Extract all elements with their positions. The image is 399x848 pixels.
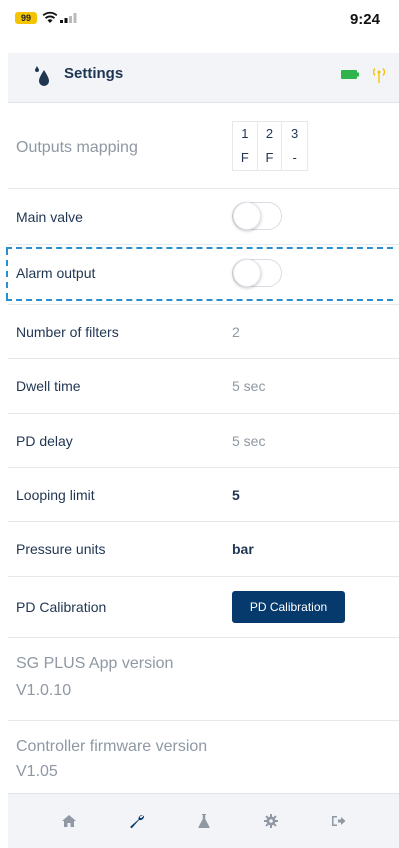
cellular-signal-icon (60, 13, 77, 23)
antenna-icon (372, 68, 386, 83)
pd-delay-row[interactable]: PD delay 5 sec (8, 414, 399, 468)
alarm-output-toggle[interactable] (232, 259, 282, 287)
output-mode-1: F (233, 146, 258, 170)
app-version-label: SG PLUS App version (16, 655, 174, 672)
pd-delay-label: PD delay (16, 433, 73, 449)
main-valve-toggle[interactable] (232, 202, 282, 230)
nav-logout[interactable] (329, 811, 349, 831)
output-number-3: 3 (291, 126, 299, 141)
dwell-time-label: Dwell time (16, 378, 81, 394)
nav-home[interactable] (59, 811, 79, 831)
nav-settings-tools[interactable] (127, 811, 147, 831)
outputs-mapping-grid[interactable]: 1 2 3 F F - (232, 121, 308, 171)
wifi-icon (42, 11, 58, 23)
main-valve-row: Main valve (8, 189, 399, 245)
pressure-units-value: bar (232, 541, 254, 557)
dwell-time-row[interactable]: Dwell time 5 sec (8, 359, 399, 414)
nav-lab[interactable] (194, 811, 214, 831)
output-number-1: 1 (233, 122, 258, 146)
firmware-version-row: Controller firmware version V1.05 (8, 721, 399, 787)
main-valve-label: Main valve (16, 209, 83, 225)
number-of-filters-row[interactable]: Number of filters 2 (8, 305, 399, 359)
battery-level-badge: 99 (15, 12, 37, 24)
app-header: Settings (8, 53, 399, 103)
output-mode-3: - (292, 150, 297, 165)
gear-icon (264, 814, 278, 828)
number-of-filters-label: Number of filters (16, 324, 119, 340)
clock: 9:24 (349, 11, 380, 28)
output-mode-2: F (258, 146, 283, 170)
app-version-value: V1.0.10 (16, 682, 72, 699)
toggle-knob (233, 259, 261, 287)
pressure-units-row[interactable]: Pressure units bar (8, 522, 399, 577)
output-number-2: 2 (258, 122, 283, 146)
wrench-icon (130, 814, 145, 829)
pd-delay-value: 5 sec (232, 433, 266, 449)
status-bar: 99 9:24 (0, 0, 399, 46)
outputs-mapping-label: Outputs mapping (16, 139, 138, 156)
pressure-units-label: Pressure units (16, 541, 106, 557)
looping-limit-value: 5 (232, 487, 240, 503)
water-drop-icon (35, 66, 49, 86)
battery-icon (341, 70, 359, 79)
number-of-filters-value: 2 (232, 324, 240, 340)
pd-calibration-button[interactable]: PD Calibration (232, 591, 345, 623)
looping-limit-row[interactable]: Looping limit 5 (8, 468, 399, 522)
outputs-mapping-row[interactable]: Outputs mapping 1 2 3 F F - (8, 103, 399, 189)
nav-preferences[interactable] (261, 811, 281, 831)
settings-list: Outputs mapping 1 2 3 F F - Main valve A… (8, 103, 399, 787)
logout-icon (332, 816, 346, 826)
pd-calibration-label: PD Calibration (16, 599, 107, 615)
home-icon (62, 815, 76, 827)
page-title: Settings (64, 65, 124, 82)
alarm-output-label: Alarm output (16, 265, 96, 281)
alarm-output-row: Alarm output (8, 245, 399, 305)
alarm-output-highlight-edge (6, 249, 8, 299)
bottom-navigation (8, 793, 399, 848)
pd-calibration-row: PD Calibration PD Calibration (8, 577, 399, 638)
app-version-row: SG PLUS App version V1.0.10 (8, 638, 399, 721)
looping-limit-label: Looping limit (16, 487, 95, 503)
toggle-knob (233, 202, 261, 230)
firmware-version-label: Controller firmware version (16, 738, 208, 755)
flask-icon (198, 814, 210, 828)
firmware-version-value: V1.05 (16, 763, 58, 780)
dwell-time-value: 5 sec (232, 378, 266, 394)
